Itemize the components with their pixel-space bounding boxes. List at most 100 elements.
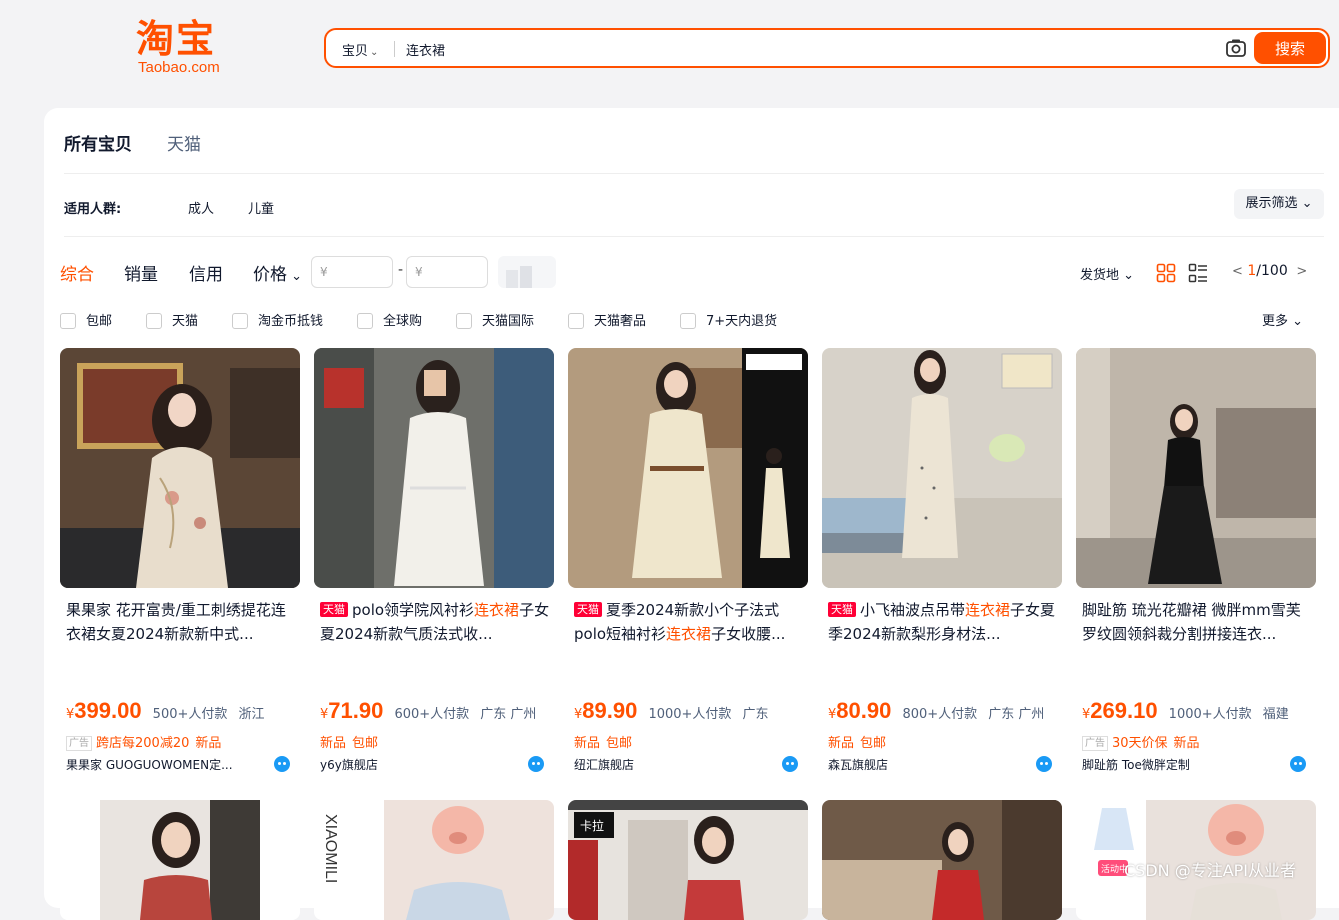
product-image[interactable] <box>822 348 1062 588</box>
product-image[interactable]: 卡拉 <box>568 800 808 920</box>
wangwang-chat-icon[interactable] <box>528 756 544 772</box>
product-title[interactable]: 天猫 小飞袖波点吊带连衣裙子女夏季2024新款梨形身材法... <box>828 598 1058 646</box>
taobao-logo[interactable]: 淘宝 Taobao.com <box>136 18 242 80</box>
checkbox-tmall[interactable]: 天猫 <box>146 310 198 329</box>
checkbox-label: 包邮 <box>86 314 113 329</box>
wangwang-chat-icon[interactable] <box>782 756 798 772</box>
product-title[interactable]: 果果家 花开富贵/重工刺绣提花连衣裙女夏2024新款新中式... <box>66 598 296 646</box>
keyword-highlight: 连衣裙 <box>666 625 712 643</box>
logo-chinese: 淘宝 <box>136 17 217 61</box>
checkbox[interactable] <box>456 313 472 329</box>
search-type-label: 宝贝 <box>342 44 369 59</box>
wangwang-chat-icon[interactable] <box>1290 756 1306 772</box>
tab-all-items[interactable]: 所有宝贝 <box>64 130 132 155</box>
audience-option-child[interactable]: 儿童 <box>248 198 274 217</box>
ship-location: 浙江 <box>238 707 265 722</box>
camera-icon[interactable] <box>1226 39 1246 57</box>
sort-comprehensive[interactable]: 综合 <box>60 260 94 285</box>
tab-tmall[interactable]: 天猫 <box>167 130 201 155</box>
promo-tags: 新品 包邮 <box>828 732 892 751</box>
product-card[interactable]: 脚趾筋 琉光花瓣裙 微胖mm雪芙罗纹圆领斜裁分割拼接连衣... ¥269.10 … <box>1076 348 1316 778</box>
keyword-highlight: 连衣裙 <box>474 601 520 619</box>
more-filters-button[interactable]: 更多 ⌄ <box>1262 310 1303 329</box>
price-confirm-button[interactable] <box>498 256 556 288</box>
price-line: ¥80.90 800+人付款 广东 广州 <box>828 698 1044 724</box>
placeholder-bar <box>506 270 518 288</box>
wangwang-chat-icon[interactable] <box>274 756 290 772</box>
sort-price[interactable]: 价格 ⌄ <box>253 260 302 285</box>
price-max-input[interactable]: ¥ <box>406 256 488 288</box>
checkbox-taojinbi[interactable]: 淘金币抵钱 <box>232 310 323 329</box>
product-image[interactable] <box>314 348 554 588</box>
next-page-icon[interactable]: > <box>1292 264 1307 279</box>
divider <box>64 236 1324 237</box>
product-image[interactable] <box>60 348 300 588</box>
shop-name[interactable]: 纽汇旗舰店 <box>574 756 774 773</box>
more-label: 更多 <box>1262 314 1289 329</box>
prev-page-icon[interactable]: < <box>1232 264 1243 279</box>
search-bar: 宝贝⌄ 搜索 <box>324 28 1330 68</box>
product-title[interactable]: 天猫 夏季2024新款小个子法式polo短袖衬衫连衣裙子女收腰... <box>574 598 804 646</box>
chevron-down-icon: ⌄ <box>1288 314 1304 329</box>
chevron-down-icon: ⌄ <box>1119 268 1135 283</box>
shop-name[interactable]: 森瓦旗舰店 <box>828 756 1028 773</box>
product-card[interactable]: 天猫 夏季2024新款小个子法式polo短袖衬衫连衣裙子女收腰... ¥89.90… <box>568 348 808 778</box>
checkbox-free-shipping[interactable]: 包邮 <box>60 310 112 329</box>
checkbox[interactable] <box>60 313 76 329</box>
product-price: 80.90 <box>836 698 892 723</box>
checkbox[interactable] <box>568 313 584 329</box>
search-type-dropdown[interactable]: 宝贝 ⌄ <box>342 40 378 59</box>
product-image[interactable] <box>822 800 1062 920</box>
checkbox-tmall-global[interactable]: 天猫国际 <box>456 310 534 329</box>
price-line: ¥89.90 1000+人付款 广东 <box>574 698 769 724</box>
checkbox[interactable] <box>357 313 373 329</box>
checkbox[interactable] <box>146 313 162 329</box>
product-image[interactable]: XIAOMILI <box>314 800 554 920</box>
search-input[interactable] <box>406 36 1186 62</box>
checkbox-label: 天猫国际 <box>482 314 535 329</box>
checkbox[interactable] <box>680 313 696 329</box>
ship-from-dropdown[interactable]: 发货地 ⌄ <box>1080 264 1134 283</box>
list-view-icon[interactable] <box>1188 263 1208 283</box>
product-card[interactable]: 天猫 小飞袖波点吊带连衣裙子女夏季2024新款梨形身材法... ¥80.90 80… <box>822 348 1062 778</box>
checkbox[interactable] <box>232 313 248 329</box>
tmall-badge: 天猫 <box>574 602 602 617</box>
promo-tag: 新品 <box>828 736 855 751</box>
product-card[interactable]: 天猫 polo领学院风衬衫连衣裙子女夏2024新款气质法式收... ¥71.90 … <box>314 348 554 778</box>
shop-name[interactable]: y6y旗舰店 <box>320 756 520 773</box>
ship-location: 广东 广州 <box>480 707 537 722</box>
checkbox-global-buy[interactable]: 全球购 <box>357 310 422 329</box>
promo-tag: 新品 <box>1173 736 1200 751</box>
checkbox-7day-return[interactable]: 7+天内退货 <box>680 310 777 329</box>
product-title-text: polo领学院风衬衫 <box>352 601 475 619</box>
product-title[interactable]: 脚趾筋 琉光花瓣裙 微胖mm雪芙罗纹圆领斜裁分割拼接连衣... <box>1082 598 1312 646</box>
price-line: ¥269.10 1000+人付款 福建 <box>1082 698 1289 724</box>
shop-name[interactable]: 果果家 GUOGUOWOMEN定... <box>66 756 266 773</box>
promo-tag: 新品 <box>195 736 222 751</box>
promo-tag: 新品 <box>320 736 347 751</box>
search-button[interactable]: 搜索 <box>1254 32 1326 64</box>
sort-sales[interactable]: 销量 <box>124 260 158 285</box>
product-image[interactable] <box>60 800 300 920</box>
checkbox-tmall-luxury[interactable]: 天猫奢品 <box>568 310 646 329</box>
product-card[interactable]: 果果家 花开富贵/重工刺绣提花连衣裙女夏2024新款新中式... ¥399.00… <box>60 348 300 778</box>
product-image[interactable] <box>1076 348 1316 588</box>
grid-view-icon[interactable] <box>1156 263 1176 283</box>
promo-tag: 新品 <box>574 736 601 751</box>
product-title-text: 果果家 花开富贵/重工刺绣提花连衣裙女夏2024新款新中式... <box>66 601 286 643</box>
sort-credit[interactable]: 信用 <box>189 260 223 285</box>
product-image[interactable] <box>568 348 808 588</box>
checkbox-label: 全球购 <box>383 314 423 329</box>
page-total: /100 <box>1256 263 1288 279</box>
product-title[interactable]: 天猫 polo领学院风衬衫连衣裙子女夏2024新款气质法式收... <box>320 598 550 646</box>
promo-tag: 包邮 <box>860 736 887 751</box>
sold-count: 800+人付款 <box>902 707 978 722</box>
audience-option-adult[interactable]: 成人 <box>188 198 214 217</box>
price-min-input[interactable]: ¥ <box>311 256 393 288</box>
show-filter-label: 展示筛选 <box>1245 196 1298 211</box>
wangwang-chat-icon[interactable] <box>1036 756 1052 772</box>
promo-tag: 包邮 <box>352 736 379 751</box>
show-filter-button[interactable]: 展示筛选 ⌄ <box>1234 189 1324 219</box>
price-line: ¥399.00 500+人付款 浙江 <box>66 698 265 724</box>
shop-name[interactable]: 脚趾筋 Toe微胖定制 <box>1082 756 1282 773</box>
